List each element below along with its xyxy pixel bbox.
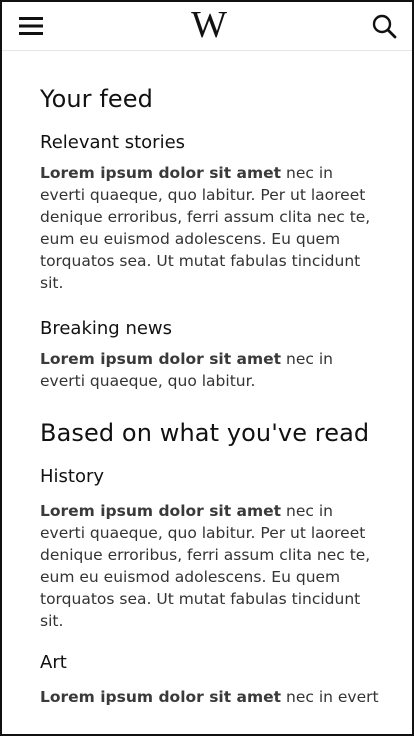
- art-section: Art Lorem ipsum dolor sit amet nec in ev…: [40, 652, 380, 708]
- breaking-news-section: Breaking news Lorem ipsum dolor sit amet…: [40, 318, 380, 392]
- main-content: Your feed Relevant stories Lorem ipsum d…: [40, 84, 380, 708]
- relevant-stories-lead: Lorem ipsum dolor sit amet: [40, 164, 282, 182]
- art-body: nec in everti: [281, 688, 380, 706]
- search-icon[interactable]: [370, 12, 398, 40]
- app-frame: W Your feed Relevant stories Lorem ipsum…: [0, 0, 414, 736]
- history-lead: Lorem ipsum dolor sit amet: [40, 502, 282, 520]
- art-lead: Lorem ipsum dolor sit amet: [40, 688, 282, 706]
- history-section: History Lorem ipsum dolor sit amet nec i…: [40, 466, 380, 632]
- art-heading: Art: [40, 652, 67, 673]
- breaking-news-lead: Lorem ipsum dolor sit amet: [40, 350, 282, 368]
- menu-icon[interactable]: [17, 12, 45, 40]
- relevant-stories-section: Relevant stories Lorem ipsum dolor sit a…: [40, 132, 380, 294]
- history-heading: History: [40, 466, 105, 487]
- art-text: Lorem ipsum dolor sit amet nec in everti: [40, 686, 380, 708]
- history-body: nec in everti quaeque, quo labitur. Per …: [40, 502, 371, 630]
- history-text: Lorem ipsum dolor sit amet nec in everti…: [40, 500, 380, 632]
- top-bar: W: [2, 2, 412, 51]
- breaking-news-heading: Breaking news: [40, 318, 173, 339]
- breaking-news-text: Lorem ipsum dolor sit amet nec in everti…: [40, 348, 380, 392]
- relevant-stories-text: Lorem ipsum dolor sit amet nec in everti…: [40, 162, 380, 294]
- wikipedia-logo[interactable]: W: [190, 6, 228, 44]
- based-on-read-heading: Based on what you've read: [40, 419, 370, 447]
- your-feed-heading: Your feed: [40, 85, 153, 113]
- relevant-stories-heading: Relevant stories: [40, 132, 186, 153]
- relevant-stories-body: nec in everti quaeque, quo labitur. Per …: [40, 164, 371, 292]
